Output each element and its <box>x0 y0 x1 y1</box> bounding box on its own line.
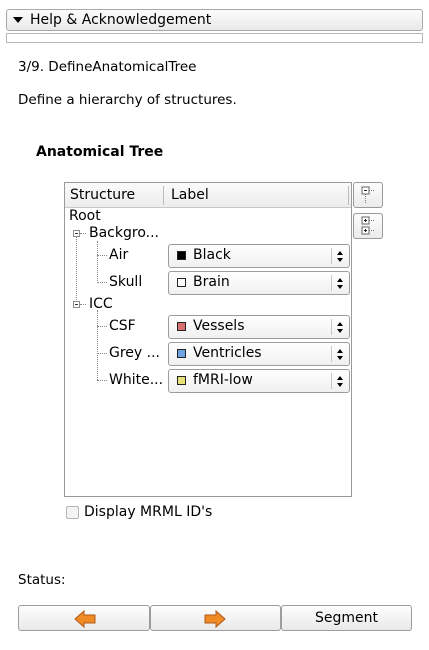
combo-divider <box>331 248 332 264</box>
expand-all-button[interactable] <box>353 213 383 239</box>
arrow-up-icon <box>337 322 343 326</box>
arrow-down-icon <box>337 356 343 360</box>
arrow-down-icon <box>337 258 343 262</box>
arrow-left-icon <box>74 609 96 629</box>
tree-node-white[interactable]: White... <box>109 372 163 388</box>
label-value: Brain <box>193 274 230 290</box>
tree-branch-line <box>80 233 86 234</box>
segment-button[interactable]: Segment <box>281 605 412 631</box>
tree-node-air[interactable]: Air <box>109 247 128 263</box>
label-combo-air[interactable]: Black <box>168 244 350 268</box>
tree-node-grey[interactable]: Grey ... <box>109 345 160 361</box>
help-acknowledgement-label: Help & Acknowledgement <box>30 12 212 28</box>
arrow-up-icon <box>337 251 343 255</box>
collapse-toggle-icon[interactable] <box>73 230 80 237</box>
tree-branch-line <box>97 282 107 283</box>
color-swatch <box>177 322 186 331</box>
tree-node-root[interactable]: Root <box>69 208 101 224</box>
label-combo-white[interactable]: fMRI-low <box>168 369 350 393</box>
segment-button-label: Segment <box>315 610 378 626</box>
expand-tree-icon <box>361 216 375 235</box>
step-title: 3/9. DefineAnatomicalTree <box>18 59 197 75</box>
anatomical-tree-heading: Anatomical Tree <box>36 144 164 160</box>
collapse-toggle-icon[interactable] <box>73 301 80 308</box>
label-combo-grey[interactable]: Ventricles <box>168 342 350 366</box>
color-swatch <box>177 376 186 385</box>
tree-node-csf[interactable]: CSF <box>109 318 136 334</box>
tree-branch-line <box>80 304 86 305</box>
display-mrml-ids-label: Display MRML ID's <box>84 504 213 520</box>
arrow-right-icon <box>204 609 226 629</box>
label-value: Ventricles <box>193 345 262 361</box>
color-swatch <box>177 251 186 260</box>
collapse-arrow-icon <box>13 17 23 23</box>
label-value: fMRI-low <box>193 372 253 388</box>
tree-branch-line <box>76 237 77 306</box>
label-value: Black <box>193 247 231 263</box>
tree-node-background[interactable]: Backgro... <box>89 225 159 241</box>
tree-branch-line <box>97 310 98 380</box>
color-swatch <box>177 278 186 287</box>
arrow-up-icon <box>337 278 343 282</box>
tree-branch-line <box>97 241 98 281</box>
tree-branch-line <box>97 255 107 256</box>
label-combo-csf[interactable]: Vessels <box>168 315 350 339</box>
back-button[interactable] <box>18 605 150 631</box>
combo-divider <box>331 275 332 291</box>
column-divider <box>163 186 164 205</box>
tree-branch-line <box>97 353 107 354</box>
help-content-area <box>6 33 423 43</box>
status-label: Status: <box>18 572 66 588</box>
combo-divider <box>331 346 332 362</box>
label-value: Vessels <box>193 318 245 334</box>
next-button[interactable] <box>150 605 281 631</box>
arrow-down-icon <box>337 285 343 289</box>
help-acknowledgement-button[interactable]: Help & Acknowledgement <box>6 9 423 31</box>
tree-header: Structure Label <box>65 183 351 208</box>
column-header-label[interactable]: Label <box>171 187 209 203</box>
color-swatch <box>177 349 186 358</box>
tree-branch-line <box>97 380 107 381</box>
tree-branch-line <box>97 326 107 327</box>
step-description: Define a hierarchy of structures. <box>18 92 237 108</box>
tree-node-icc[interactable]: ICC <box>89 296 113 312</box>
collapse-tree-icon <box>361 186 375 204</box>
column-header-structure[interactable]: Structure <box>70 187 135 203</box>
arrow-up-icon <box>337 376 343 380</box>
collapse-all-button[interactable] <box>353 182 383 208</box>
tree-node-skull[interactable]: Skull <box>109 274 142 290</box>
display-mrml-ids-checkbox[interactable] <box>66 506 79 519</box>
label-combo-skull[interactable]: Brain <box>168 271 350 295</box>
anatomical-tree-view[interactable]: Structure Label Root Backgro... Air Skul… <box>64 182 352 497</box>
combo-divider <box>331 373 332 389</box>
combo-divider <box>331 319 332 335</box>
column-divider <box>348 186 349 205</box>
arrow-down-icon <box>337 383 343 387</box>
arrow-up-icon <box>337 349 343 353</box>
arrow-down-icon <box>337 329 343 333</box>
